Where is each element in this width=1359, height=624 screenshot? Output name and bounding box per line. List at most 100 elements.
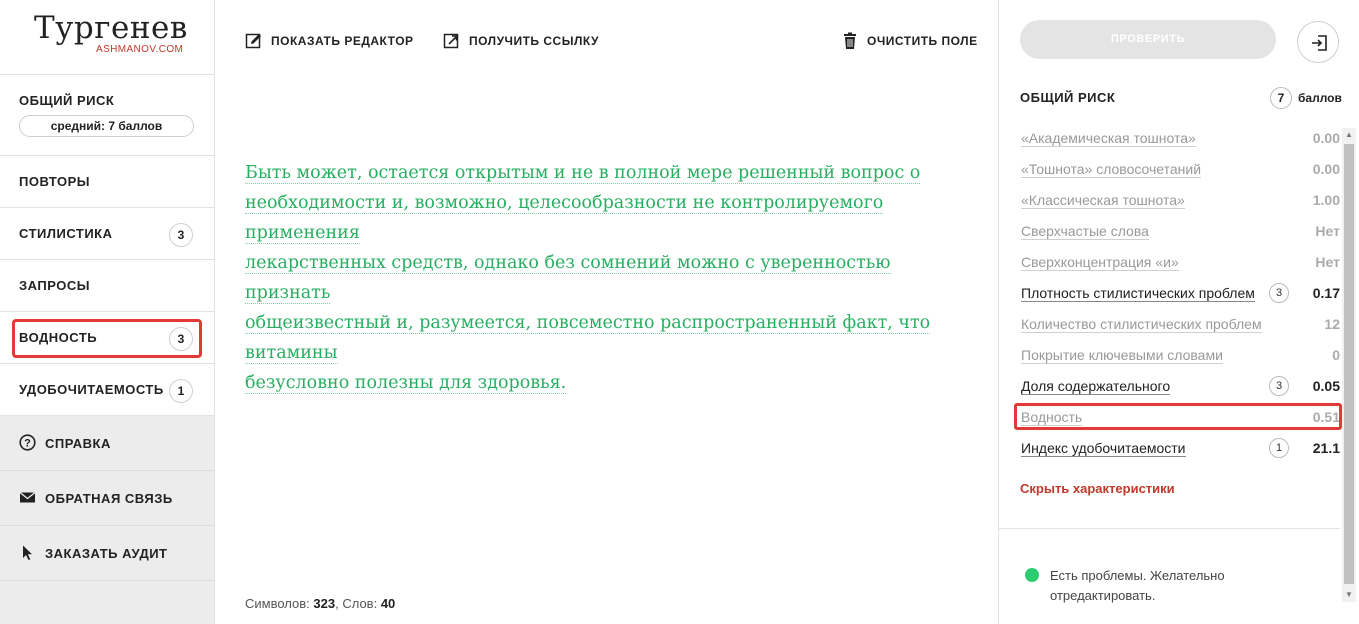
link-icon — [443, 32, 461, 50]
overall-risk-block: ОБЩИЙ РИСК средний: 7 баллов — [0, 75, 214, 156]
overall-risk-label: ОБЩИЙ РИСК — [19, 93, 115, 108]
metric-value: 0 — [1332, 347, 1340, 363]
text-editor[interactable]: Быть может, остается открытым и не в пол… — [245, 158, 965, 398]
overall-risk-title: ОБЩИЙ РИСК — [1020, 90, 1116, 105]
envelope-icon — [19, 489, 36, 506]
cursor-icon — [19, 544, 36, 561]
metric-row[interactable]: «Тошнота» словосочетаний 0.00 — [1020, 159, 1340, 181]
sidebar-item-label: ЗАПРОСЫ — [19, 278, 90, 293]
metric-name[interactable]: Плотность стилистических проблем — [1021, 285, 1255, 302]
edit-icon — [245, 32, 263, 50]
overall-risk-unit: баллов — [1298, 91, 1342, 105]
sidebar-item-repeats[interactable]: ПОВТОРЫ — [0, 156, 214, 208]
metric-value: Нет — [1315, 254, 1340, 270]
panel-scrollbar[interactable]: ▲ ▼ — [1342, 128, 1356, 602]
metric-row[interactable]: Покрытие ключевыми словами 0 — [1020, 345, 1340, 367]
check-button[interactable]: ПРОВЕРИТЬ — [1020, 20, 1276, 59]
metric-name[interactable]: «Тошнота» словосочетаний — [1021, 161, 1202, 178]
overall-risk-score: 7 — [1270, 87, 1292, 109]
sidebar-item-feedback[interactable]: ОБРАТНАЯ СВЯЗЬ — [0, 471, 214, 526]
metric-value: 12 — [1324, 316, 1340, 332]
metric-badge: 1 — [1269, 438, 1289, 458]
metric-row[interactable]: Доля содержательного 3 0.05 — [1020, 376, 1340, 398]
sidebar-item-queries[interactable]: ЗАПРОСЫ — [0, 260, 214, 312]
login-icon — [1310, 34, 1328, 57]
metric-row[interactable]: Сверхконцентрация «и» Нет — [1020, 252, 1340, 274]
metric-name[interactable]: Сверхчастые слова — [1021, 223, 1149, 240]
metric-badge: 3 — [1269, 376, 1289, 396]
trash-icon — [841, 32, 859, 50]
sidebar-item-help[interactable]: ? СПРАВКА — [0, 416, 214, 471]
metric-name[interactable]: «Классическая тошнота» — [1021, 192, 1185, 209]
chars-label: Символов: — [245, 596, 310, 611]
metric-name[interactable]: Сверхконцентрация «и» — [1021, 254, 1179, 271]
logo[interactable]: Тургенев ASHMANOV.COM — [0, 0, 214, 75]
words-count: 40 — [380, 596, 396, 611]
metric-value: 0.17 — [1312, 285, 1340, 301]
sidebar-item-order-audit[interactable]: ЗАКАЗАТЬ АУДИТ — [0, 526, 214, 581]
metric-row[interactable]: Плотность стилистических проблем 3 0.17 — [1020, 283, 1340, 305]
sidebar: Тургенев ASHMANOV.COM ОБЩИЙ РИСК средний… — [0, 0, 215, 624]
sidebar-item-label: СПРАВКА — [45, 436, 111, 451]
app-root: Тургенев ASHMANOV.COM ОБЩИЙ РИСК средний… — [0, 0, 1359, 624]
help-circle-icon: ? — [19, 434, 36, 451]
highlight-wateriness — [12, 319, 202, 358]
editor-line: необходимости и, возможно, целесообразно… — [245, 193, 884, 244]
count-badge: 3 — [169, 223, 193, 247]
login-button[interactable] — [1297, 21, 1339, 63]
chars-count: 323 — [313, 596, 336, 611]
highlight-metric-wateriness — [1014, 403, 1342, 430]
scroll-up-icon[interactable]: ▲ — [1342, 128, 1356, 142]
editor-line: Быть может, остается открытым и не в пол… — [245, 163, 921, 184]
metric-row[interactable]: «Академическая тошнота» 0.00 — [1020, 128, 1340, 150]
get-link-label: ПОЛУЧИТЬ ССЫЛКУ — [469, 34, 599, 48]
editor-line: общеизвестный и, разумеется, повсеместно… — [245, 313, 931, 364]
status-message: Есть проблемы. Желательно отредактироват… — [1050, 568, 1225, 603]
sidebar-item-label: УДОБОЧИТАЕМОСТЬ — [19, 382, 164, 397]
logo-subtitle: ASHMANOV.COM — [96, 44, 184, 55]
metric-row[interactable]: Количество стилистических проблем 12 — [1020, 314, 1340, 336]
results-panel: ПРОВЕРИТЬ ОБЩИЙ РИСК 7 баллов «Академиче… — [998, 0, 1359, 624]
metric-value: Нет — [1315, 223, 1340, 239]
show-editor-button[interactable]: ПОКАЗАТЬ РЕДАКТОР — [245, 32, 414, 50]
text-counter: Символов: 323, Слов: 40 — [245, 596, 395, 611]
metric-row[interactable]: Сверхчастые слова Нет — [1020, 221, 1340, 243]
svg-text:?: ? — [24, 438, 31, 450]
sidebar-item-label: ПОВТОРЫ — [19, 174, 90, 189]
status-indicator — [1025, 568, 1039, 582]
metric-value: 1.00 — [1312, 192, 1340, 208]
editor-area: ПОКАЗАТЬ РЕДАКТОР ПОЛУЧИТЬ ССЫЛКУ ОЧИСТИ… — [215, 0, 998, 624]
hide-characteristics-link[interactable]: Скрыть характеристики — [1020, 481, 1175, 496]
metric-value: 0.00 — [1312, 161, 1340, 177]
editor-line: лекарственных средств, однако без сомнен… — [245, 253, 891, 304]
clear-field-label: ОЧИСТИТЬ ПОЛЕ — [867, 34, 978, 48]
overall-risk-badge: средний: 7 баллов — [19, 115, 194, 137]
sidebar-item-label: СТИЛИСТИКА — [19, 226, 113, 241]
get-link-button[interactable]: ПОЛУЧИТЬ ССЫЛКУ — [443, 32, 599, 50]
metric-name[interactable]: Покрытие ключевыми словами — [1021, 347, 1223, 364]
sidebar-item-readability[interactable]: УДОБОЧИТАЕМОСТЬ 1 — [0, 364, 214, 416]
metric-value: 21.1 — [1312, 440, 1340, 456]
count-badge: 1 — [169, 379, 193, 403]
sidebar-item-label: ЗАКАЗАТЬ АУДИТ — [45, 546, 168, 561]
clear-field-button[interactable]: ОЧИСТИТЬ ПОЛЕ — [841, 32, 978, 50]
scroll-down-icon[interactable]: ▼ — [1342, 588, 1356, 602]
metric-name[interactable]: Доля содержательного — [1021, 378, 1171, 395]
words-label: , Слов: — [335, 596, 378, 611]
divider — [999, 528, 1340, 529]
show-editor-label: ПОКАЗАТЬ РЕДАКТОР — [271, 34, 414, 48]
editor-line: безусловно полезны для здоровья. — [245, 373, 567, 394]
metric-value: 0.05 — [1312, 378, 1340, 394]
sidebar-item-stylistics[interactable]: СТИЛИСТИКА 3 — [0, 208, 214, 260]
secondary-menu: ? СПРАВКА ОБРАТНАЯ СВЯЗЬ ЗАКАЗАТЬ АУДИТ — [0, 416, 214, 624]
metric-row[interactable]: Индекс удобочитаемости 1 21.1 — [1020, 438, 1340, 460]
metric-name[interactable]: Количество стилистических проблем — [1021, 316, 1262, 333]
metric-value: 0.00 — [1312, 130, 1340, 146]
logo-title: Тургенев — [34, 10, 188, 46]
metric-name[interactable]: «Академическая тошнота» — [1021, 130, 1196, 147]
sidebar-item-label: ОБРАТНАЯ СВЯЗЬ — [45, 491, 173, 506]
metric-row[interactable]: «Классическая тошнота» 1.00 — [1020, 190, 1340, 212]
scroll-thumb[interactable] — [1344, 144, 1354, 584]
metric-badge: 3 — [1269, 283, 1289, 303]
metric-name[interactable]: Индекс удобочитаемости — [1021, 440, 1186, 457]
